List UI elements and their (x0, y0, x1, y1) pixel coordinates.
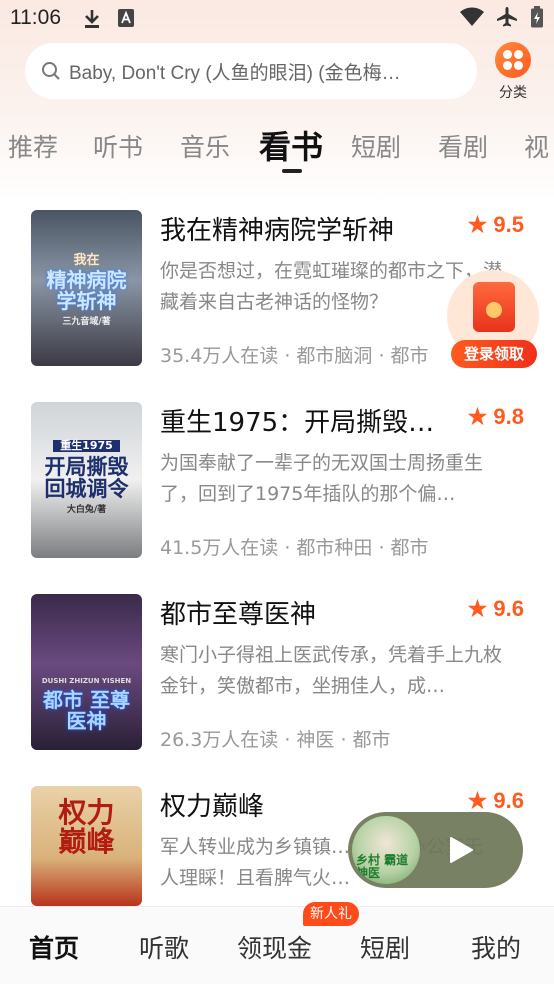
wifi-icon (460, 7, 484, 26)
nav-home[interactable]: 首页 (29, 929, 79, 965)
cover-title: 都市 至尊医神 (43, 688, 130, 733)
book-title: 我在精神病院学斩神 (160, 216, 395, 246)
mini-player[interactable]: 乡村 霸道神医 (348, 812, 523, 888)
book-meta: 26.3万人在读 · 神医 · 都市 (160, 729, 391, 751)
nav-profile[interactable]: 我的 (471, 929, 521, 965)
airplane-mode-icon (497, 7, 517, 27)
book-item[interactable]: DUSHI ZHIZUN YISHEN 都市 至尊医神 都市至尊医神 ★ 9.6… (0, 594, 554, 754)
battery-icon (531, 6, 543, 28)
tab-short-drama[interactable]: 短剧 (351, 128, 401, 164)
book-cover: DUSHI ZHIZUN YISHEN 都市 至尊医神 (31, 594, 142, 750)
nav-listen-songs[interactable]: 听歌 (139, 929, 189, 965)
status-bar: 11:06 (0, 0, 554, 38)
book-cover: 重生1975 开局撕毁 回城调令 大白兔/著 (31, 402, 142, 558)
book-rating: ★ 9.6 (467, 788, 524, 813)
search-placeholder: Baby, Don't Cry (人鱼的眼泪) (金色梅… (69, 62, 401, 84)
book-meta: 35.4万人在读 · 都市脑洞 · 都市 (160, 345, 429, 367)
active-tab-indicator (282, 169, 302, 173)
book-description: 寒门小子得祖上医武传承，凭着手上九枚金针，笑傲都市，坐拥佳人，成… (160, 644, 503, 697)
tab-watch-drama[interactable]: 看剧 (438, 128, 488, 164)
cover-title: 精神病院 学斩神 (46, 268, 127, 313)
download-icon (85, 10, 99, 28)
login-reward-label: 登录领取 (451, 340, 537, 368)
book-cover: 权力 巅峰 (31, 786, 142, 906)
book-cover: 我在 精神病院 学斩神 三九音域/著 (31, 210, 142, 366)
book-title: 重生1975：开局撕毁… (160, 408, 435, 438)
nav-short-drama[interactable]: 短剧 (360, 929, 410, 965)
search-icon (42, 62, 60, 80)
category-icon (495, 42, 531, 78)
cover-title: 权力 巅峰 (58, 796, 115, 859)
book-rating: ★ 9.6 (467, 596, 524, 621)
tab-books[interactable]: 看书 (259, 122, 323, 168)
book-item[interactable]: 重生1975 开局撕毁 回城调令 大白兔/著 重生1975：开局撕毁… ★ 9.… (0, 402, 554, 562)
new-user-gift-badge: 新人礼 (303, 902, 359, 926)
app-notification-icon (118, 9, 134, 27)
bottom-navigation: 首页 听歌 领现金 新人礼 短剧 我的 (0, 902, 554, 984)
red-envelope-icon (473, 282, 515, 332)
category-label: 分类 (499, 85, 527, 101)
book-title: 都市至尊医神 (160, 600, 317, 630)
play-icon[interactable] (448, 836, 474, 864)
login-reward-widget[interactable]: 登录领取 (447, 270, 541, 370)
tab-music[interactable]: 音乐 (180, 128, 230, 164)
status-time: 11:06 (10, 6, 61, 29)
search-input[interactable]: Baby, Don't Cry (人鱼的眼泪) (金色梅… (25, 43, 477, 99)
category-button[interactable]: 分类 (492, 42, 534, 102)
book-rating: ★ 9.5 (467, 212, 524, 237)
book-rating: ★ 9.8 (467, 404, 524, 429)
book-meta: 41.5万人在读 · 都市种田 · 都市 (160, 537, 429, 559)
nav-earn-cash[interactable]: 领现金 (237, 929, 312, 965)
tab-audiobook[interactable]: 听书 (93, 128, 143, 164)
cover-title: 开局撕毁 回城调令 (44, 455, 129, 502)
content-tabs: 推荐 听书 音乐 看书 短剧 看剧 视 (0, 120, 554, 176)
book-description: 为国奉献了一辈子的无双国士周扬重生了，回到了1975年插队的那个偏… (160, 452, 484, 505)
tab-video[interactable]: 视 (524, 128, 549, 164)
tab-recommend[interactable]: 推荐 (8, 128, 58, 164)
player-cover: 乡村 霸道神医 (352, 816, 420, 884)
